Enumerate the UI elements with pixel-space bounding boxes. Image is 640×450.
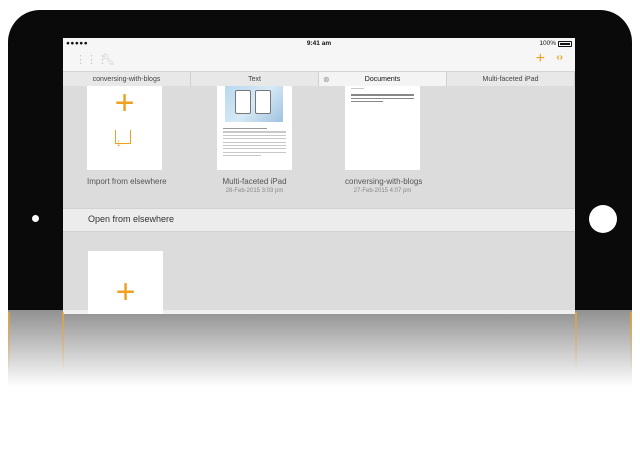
ipad-image-thumbnail xyxy=(225,86,283,122)
tab-conversing-with-blogs[interactable]: conversing-with-blogs xyxy=(63,72,191,87)
text-preview xyxy=(351,88,414,105)
edge-glow xyxy=(575,312,577,372)
document-date: 27-Feb-2015 4:07 pm xyxy=(353,188,412,194)
import-thumbnail: + ↓ xyxy=(87,86,162,170)
battery-indicator: 100% xyxy=(539,40,572,47)
ipad-shape xyxy=(235,90,251,114)
wrench-icon[interactable]: 🔧︎ xyxy=(101,53,115,66)
battery-icon xyxy=(558,40,572,47)
toolbar: ⋮⋮⋮ 🔧︎ + ‹› xyxy=(63,49,575,71)
home-button[interactable] xyxy=(589,205,617,233)
app-screen: ●●●●● 9:41 am 100% ⋮⋮⋮ 🔧︎ + ‹› conversin… xyxy=(63,38,575,314)
section-title: Open from elsewhere xyxy=(88,214,175,224)
tab-label: Documents xyxy=(364,76,401,83)
document-conversing-with-blogs[interactable]: conversing-with-blogs 27-Feb-2015 4:07 p… xyxy=(345,86,423,194)
download-arrow-icon: ↓ xyxy=(116,137,122,149)
document-thumbnail xyxy=(217,86,292,170)
tab-label: Text xyxy=(248,76,261,83)
tab-label: conversing-with-blogs xyxy=(92,76,161,83)
code-toggle-icon[interactable]: ‹› xyxy=(556,52,563,63)
reflection-fade xyxy=(0,310,640,450)
document-thumbnail xyxy=(345,86,420,170)
tab-documents[interactable]: ⊗ Documents xyxy=(319,72,447,87)
edge-glow xyxy=(630,312,632,372)
plus-icon: + xyxy=(115,273,136,311)
document-date: 28-Feb-2015 3:03 pm xyxy=(225,188,284,194)
documents-browser: + ↓ Import from elsewhere Multi-faceted … xyxy=(63,86,575,314)
document-multi-faceted-ipad[interactable]: Multi-faceted iPad 28-Feb-2015 3:03 pm xyxy=(217,86,292,194)
battery-percent: 100% xyxy=(539,40,556,47)
status-bar: ●●●●● 9:41 am 100% xyxy=(63,38,575,49)
close-tab-icon[interactable]: ⊗ xyxy=(323,72,330,87)
tab-label: Multi-faceted iPad xyxy=(482,76,539,83)
add-icon[interactable]: + xyxy=(536,50,545,68)
front-camera xyxy=(32,215,39,222)
text-preview xyxy=(223,128,286,158)
tab-text[interactable]: Text xyxy=(191,72,319,87)
tab-multi-faceted-ipad[interactable]: Multi-faceted iPad xyxy=(447,72,575,87)
document-title: Import from elsewhere xyxy=(87,177,167,186)
edge-glow xyxy=(62,312,64,372)
open-elsewhere-tile[interactable]: + xyxy=(88,251,163,314)
status-time: 9:41 am xyxy=(306,40,332,47)
edge-glow xyxy=(8,312,10,372)
ipad-shape xyxy=(255,90,271,114)
plus-icon: + xyxy=(114,86,135,122)
document-title: Multi-faceted iPad xyxy=(222,177,287,186)
import-document-tile[interactable]: + ↓ Import from elsewhere xyxy=(87,86,167,186)
open-from-elsewhere-header: Open from elsewhere xyxy=(63,208,575,232)
document-title: conversing-with-blogs xyxy=(345,177,423,186)
